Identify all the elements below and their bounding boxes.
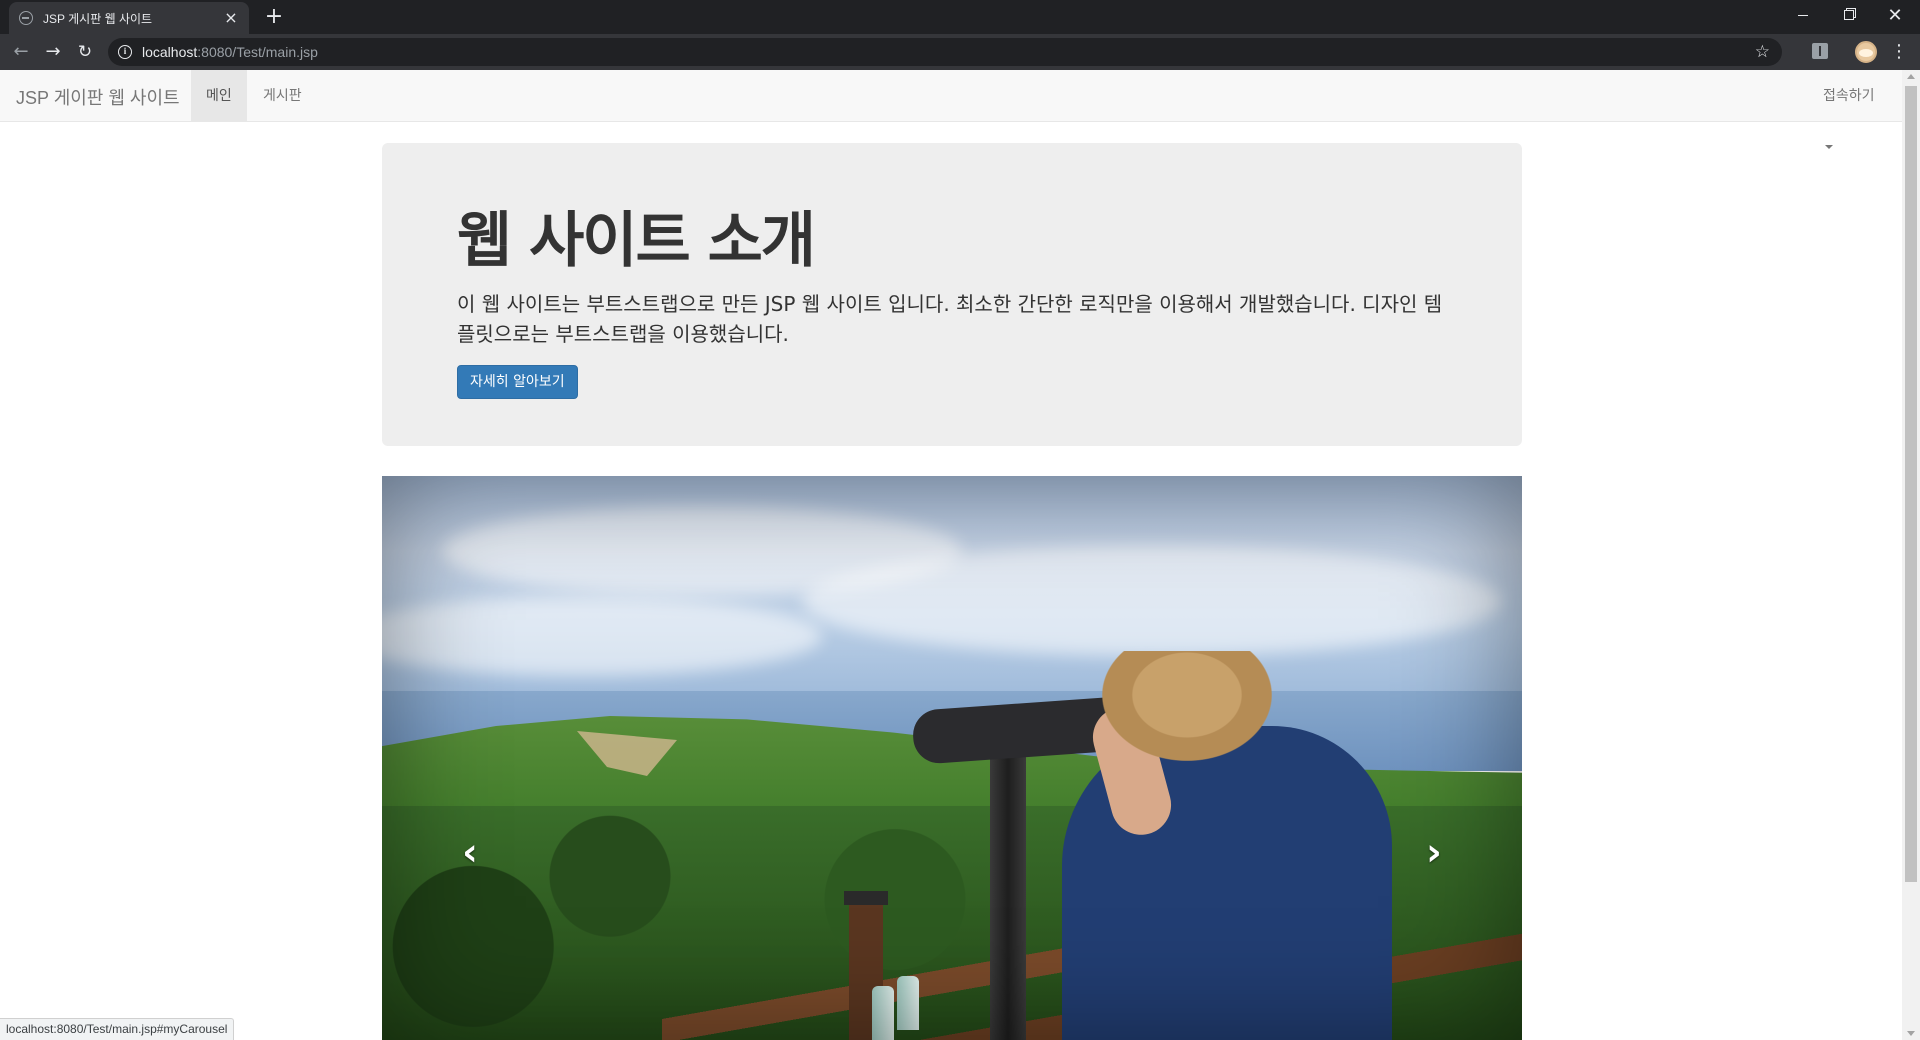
page-title: 웹 사이트 소개 <box>457 206 816 276</box>
minimize-button[interactable] <box>1780 0 1826 30</box>
carousel-prev-icon[interactable]: ‹ <box>450 832 490 872</box>
forward-arrow-icon[interactable]: → <box>41 40 65 64</box>
nav-item-main[interactable]: 메인 <box>191 70 247 121</box>
url-host: localhost <box>142 44 198 60</box>
nav-item-board[interactable]: 게시판 <box>248 70 317 121</box>
status-url-bubble: localhost:8080/Test/main.jsp#myCarousel <box>0 1018 235 1040</box>
learn-more-button[interactable]: 자세히 알아보기 <box>457 365 578 399</box>
star-icon[interactable]: ☆ <box>1755 41 1770 63</box>
connect-dropdown-label: 접속하기 <box>1823 87 1875 103</box>
connect-dropdown[interactable]: 접속하기 <box>1808 70 1902 150</box>
browser-tabstrip: JSP 게시판 웹 사이트 × + ✕ <box>0 0 1920 34</box>
scroll-thumb[interactable] <box>1905 86 1917 882</box>
url-text[interactable]: localhost:8080/Test/main.jsp <box>142 44 318 60</box>
restore-button[interactable] <box>1826 0 1872 30</box>
browser-toolbar: ← → ↻ i localhost:8080/Test/main.jsp ☆ ⋮ <box>0 34 1920 70</box>
caret-down-icon <box>1825 145 1833 150</box>
image-carousel: ‹ › <box>382 476 1522 1040</box>
kebab-menu-icon[interactable]: ⋮ <box>1890 40 1908 64</box>
browser-tab[interactable]: JSP 게시판 웹 사이트 × <box>9 2 249 34</box>
back-arrow-icon[interactable]: ← <box>9 40 33 64</box>
url-path: :8080/Test/main.jsp <box>197 44 318 60</box>
navbar-brand[interactable]: JSP 게이판 웹 사이트 <box>16 84 180 110</box>
carousel-image <box>382 476 1522 1040</box>
close-tab-icon[interactable]: × <box>223 10 239 26</box>
intro-text: 이 웹 사이트는 부트스트랩으로 만든 JSP 웹 사이트 입니다. 최소한 간… <box>457 292 1443 346</box>
new-tab-button[interactable]: + <box>262 5 286 29</box>
page-viewport: JSP 게이판 웹 사이트 메인 게시판 접속하기 웹 사이트 소개 이 웹 사… <box>0 70 1902 1040</box>
tab-title: JSP 게시판 웹 사이트 <box>43 11 153 26</box>
reload-icon[interactable]: ↻ <box>73 40 97 64</box>
avatar[interactable] <box>1855 41 1877 63</box>
address-bar[interactable]: i localhost:8080/Test/main.jsp ☆ <box>108 38 1782 66</box>
jumbotron: 웹 사이트 소개 이 웹 사이트는 부트스트랩으로 만든 JSP 웹 사이트 입… <box>382 143 1522 446</box>
page-scrollbar[interactable] <box>1902 70 1920 1040</box>
scroll-down-arrow-icon[interactable] <box>1907 1031 1915 1036</box>
close-window-button[interactable]: ✕ <box>1872 0 1918 30</box>
extension-icon[interactable] <box>1812 43 1828 59</box>
info-icon[interactable]: i <box>118 45 132 59</box>
globe-icon <box>19 11 33 25</box>
carousel-next-icon[interactable]: › <box>1414 832 1454 872</box>
scroll-up-arrow-icon[interactable] <box>1907 74 1915 79</box>
site-navbar: JSP 게이판 웹 사이트 메인 게시판 접속하기 <box>0 70 1902 150</box>
